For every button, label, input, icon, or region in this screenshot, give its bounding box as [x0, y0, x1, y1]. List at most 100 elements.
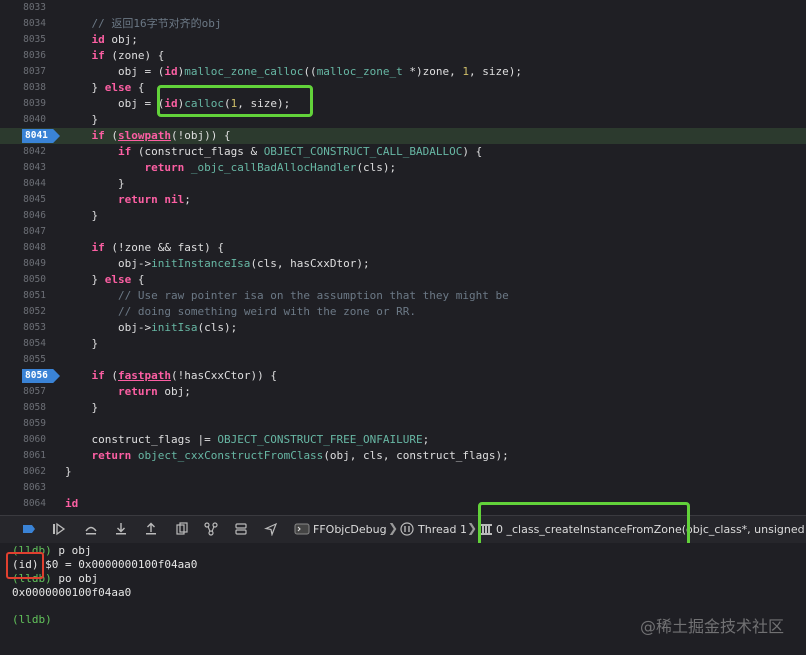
- code-line[interactable]: 8037 obj = (id)malloc_zone_calloc((mallo…: [0, 64, 806, 80]
- line-number: 8035: [23, 34, 46, 45]
- code-text: // 返回16字节对齐的obj: [91, 17, 222, 30]
- breadcrumb-thread[interactable]: Thread 1: [418, 522, 467, 537]
- line-number: 8061: [23, 450, 46, 461]
- code-line[interactable]: 8062}: [0, 464, 806, 480]
- line-number: 8036: [23, 50, 46, 61]
- code-line[interactable]: 8057 return obj;: [0, 384, 806, 400]
- console-line: (lldb): [12, 613, 52, 626]
- continue-icon[interactable]: [52, 522, 66, 536]
- line-number: 8054: [23, 338, 46, 349]
- breakpoints-toggle-icon[interactable]: [22, 522, 36, 536]
- line-number: 8057: [23, 386, 46, 397]
- step-out-icon[interactable]: [144, 522, 158, 536]
- code-line[interactable]: 8041 if (slowpath(!obj)) {: [0, 128, 806, 144]
- code-line[interactable]: 8055: [0, 352, 806, 368]
- code-line[interactable]: 8047: [0, 224, 806, 240]
- line-number: 8038: [23, 82, 46, 93]
- code-line[interactable]: 8051 // Use raw pointer isa on the assum…: [0, 288, 806, 304]
- code-line[interactable]: 8054 }: [0, 336, 806, 352]
- line-number: 8039: [23, 98, 46, 109]
- line-number: 8040: [23, 114, 46, 125]
- view-hierarchy-icon[interactable]: [175, 522, 189, 536]
- code-line[interactable]: 8053 obj->initIsa(cls);: [0, 320, 806, 336]
- chevron-right-icon: ❯: [467, 521, 478, 535]
- code-line[interactable]: 8056 if (fastpath(!hasCxxCtor)) {: [0, 368, 806, 384]
- line-number: 8033: [23, 2, 46, 13]
- code-line[interactable]: 8061 return object_cxxConstructFromClass…: [0, 448, 806, 464]
- code-line[interactable]: 8058 }: [0, 400, 806, 416]
- code-text: return object_cxxConstructFromClass(obj,…: [91, 449, 509, 462]
- memory-graph-icon[interactable]: [204, 522, 218, 536]
- code-line[interactable]: 8039 obj = (id)calloc(1, size);: [0, 96, 806, 112]
- frame-highlight-box: [478, 502, 690, 548]
- step-into-icon[interactable]: [114, 522, 128, 536]
- breadcrumb-process[interactable]: FFObjcDebug: [313, 522, 387, 537]
- simulate-location-icon[interactable]: [264, 522, 278, 536]
- code-text: // Use raw pointer isa on the assumption…: [117, 289, 509, 302]
- line-number: 8043: [23, 162, 46, 173]
- code-line[interactable]: 8060 construct_flags |= OBJECT_CONSTRUCT…: [0, 432, 806, 448]
- id-type-highlight-box: [6, 552, 44, 579]
- code-text: if (slowpath(!obj)) {: [91, 129, 231, 142]
- code-text: return _objc_callBadAllocHandler(cls);: [144, 161, 397, 174]
- code-line[interactable]: 8059: [0, 416, 806, 432]
- line-number: 8046: [23, 210, 46, 221]
- line-number: 8062: [23, 466, 46, 477]
- watermark: @稀土掘金技术社区: [639, 617, 784, 636]
- line-number: 8051: [23, 290, 46, 301]
- code-line[interactable]: 8048 if (!zone && fast) {: [0, 240, 806, 256]
- code-text: }: [65, 401, 99, 414]
- lldb-console[interactable]: (lldb) p obj (id) $0 = 0x0000000100f04aa…: [0, 543, 806, 655]
- code-line[interactable]: 8043 return _objc_callBadAllocHandler(cl…: [0, 160, 806, 176]
- code-line[interactable]: 8052 // doing something weird with the z…: [0, 304, 806, 320]
- code-text: obj->initInstanceIsa(cls, hasCxxDtor);: [65, 257, 370, 270]
- code-line[interactable]: 8042 if (construct_flags & OBJECT_CONSTR…: [0, 144, 806, 160]
- code-line[interactable]: 8036 if (zone) {: [0, 48, 806, 64]
- line-number: 8053: [23, 322, 46, 333]
- line-number: 8048: [23, 242, 46, 253]
- code-line[interactable]: 8050 } else {: [0, 272, 806, 288]
- line-number: 8060: [23, 434, 46, 445]
- step-over-icon[interactable]: [84, 522, 98, 536]
- code-line[interactable]: 8035 id obj;: [0, 32, 806, 48]
- calloc-highlight-box: [157, 85, 313, 117]
- code-line[interactable]: 8033: [0, 0, 806, 16]
- line-number: 8063: [23, 482, 46, 493]
- code-line[interactable]: 8038 } else {: [0, 80, 806, 96]
- code-line[interactable]: 8034 // 返回16字节对齐的obj: [0, 16, 806, 32]
- code-text: obj = (id)malloc_zone_calloc((malloc_zon…: [65, 65, 522, 78]
- line-number: 8055: [23, 354, 46, 365]
- terminal-app-icon: [294, 523, 310, 535]
- code-text: obj->initIsa(cls);: [65, 321, 238, 334]
- code-line[interactable]: 8040 }: [0, 112, 806, 128]
- code-text: id: [65, 497, 79, 510]
- code-text: if (construct_flags & OBJECT_CONSTRUCT_C…: [117, 145, 483, 158]
- line-number: 8058: [23, 402, 46, 413]
- code-text: return obj;: [117, 385, 191, 398]
- code-text: } else {: [65, 273, 145, 286]
- code-text: return nil;: [117, 193, 191, 206]
- code-line[interactable]: 8045 return nil;: [0, 192, 806, 208]
- line-number: 8064: [23, 498, 46, 509]
- line-number: 8050: [23, 274, 46, 285]
- code-text: }: [65, 209, 99, 222]
- code-text: }: [65, 337, 99, 350]
- breakpoint-marker[interactable]: 8041: [22, 129, 60, 143]
- line-number: 8052: [23, 306, 46, 317]
- line-number: 8037: [23, 66, 46, 77]
- source-editor[interactable]: 8033 8034 // 返回16字节对齐的obj 8035 id obj; 8036…: [0, 0, 806, 515]
- line-number: 8049: [23, 258, 46, 269]
- line-number: 8059: [23, 418, 46, 429]
- line-number: 8042: [23, 146, 46, 157]
- code-line[interactable]: 8046 }: [0, 208, 806, 224]
- breakpoint-marker[interactable]: 8056: [22, 369, 60, 383]
- code-text: }: [65, 465, 72, 478]
- line-number: 8044: [23, 178, 46, 189]
- code-line[interactable]: 8044 }: [0, 176, 806, 192]
- environment-overrides-icon[interactable]: [234, 522, 248, 536]
- code-line[interactable]: 8063: [0, 480, 806, 496]
- chevron-right-icon: ❯: [388, 521, 399, 535]
- console-line: 0x0000000100f04aa0: [12, 586, 132, 599]
- code-text: }: [65, 177, 125, 190]
- code-line[interactable]: 8049 obj->initInstanceIsa(cls, hasCxxDto…: [0, 256, 806, 272]
